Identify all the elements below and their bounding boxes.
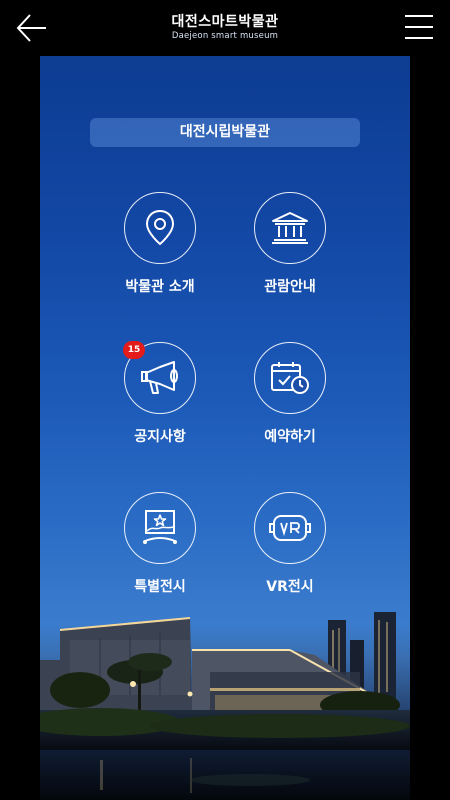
menu-museum-intro-circle xyxy=(124,192,196,264)
museum-building-icon xyxy=(272,212,308,244)
megaphone-icon xyxy=(141,361,178,394)
app-title-english: Daejeon smart museum xyxy=(171,31,279,41)
menu-notice-label: 공지사항 xyxy=(134,429,186,445)
exhibition-frame-icon xyxy=(143,510,177,544)
menu-special-exhibition-circle xyxy=(124,492,196,564)
menu-notice-circle: 15 xyxy=(123,341,196,414)
menu-museum-intro-label: 박물관 소개 xyxy=(125,279,195,295)
calendar-clock-icon xyxy=(271,362,309,394)
menu-reservation-label: 예약하기 xyxy=(264,429,316,445)
menu-visit-guide[interactable]: 관람안내 xyxy=(220,192,360,296)
hamburger-menu-icon xyxy=(405,15,433,39)
museum-selector[interactable]: 대전시립박물관 xyxy=(90,118,360,147)
top-bar: 대전스마트박물관 Daejeon smart museum xyxy=(0,0,450,56)
menu-reservation[interactable]: 예약하기 xyxy=(220,342,360,446)
menu-button[interactable] xyxy=(404,12,434,42)
menu-special-exhibition-label: 특별전시 xyxy=(134,579,186,595)
museum-night-scene-image xyxy=(40,612,410,800)
app-title: 대전스마트박물관 Daejeon smart museum xyxy=(0,14,450,42)
menu-reservation-circle xyxy=(254,342,326,414)
menu-special-exhibition[interactable]: 특별전시 xyxy=(90,492,230,596)
menu-vr-exhibition-circle xyxy=(254,492,326,564)
notice-count-badge: 15 xyxy=(123,341,145,359)
app-root: 대전스마트박물관 Daejeon smart museum 대전시립박물관 박물… xyxy=(0,0,450,800)
menu-notice[interactable]: 15 공지사항 xyxy=(90,341,230,446)
menu-visit-guide-label: 관람안내 xyxy=(264,279,316,295)
location-pin-icon xyxy=(145,209,175,246)
menu-vr-exhibition[interactable]: VR전시 xyxy=(220,492,360,596)
vr-headset-icon xyxy=(269,515,311,541)
main-panel: 대전시립박물관 박물관 소개 관람안내 15 공지사항 예약하기 특별전시 VR… xyxy=(40,0,410,800)
menu-museum-intro[interactable]: 박물관 소개 xyxy=(90,192,230,296)
app-title-korean: 대전스마트박물관 xyxy=(171,14,279,30)
menu-visit-guide-circle xyxy=(254,192,326,264)
menu-vr-exhibition-label: VR전시 xyxy=(266,579,314,595)
